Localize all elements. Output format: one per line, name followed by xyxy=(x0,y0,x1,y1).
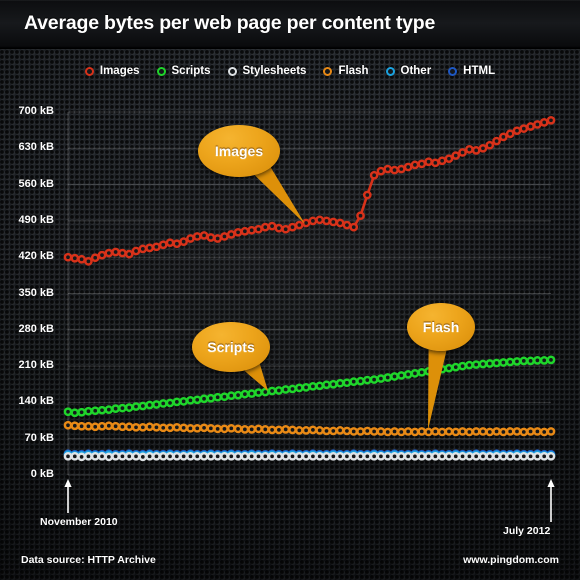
callout-label: Images xyxy=(214,143,264,159)
page-title: Average bytes per web page per content t… xyxy=(24,12,436,34)
y-axis-tick-label: 70 kB xyxy=(24,431,54,444)
legend-label: Scripts xyxy=(171,65,211,77)
x-axis-end-label: July 2012 xyxy=(503,525,551,537)
callout-flash: Flash xyxy=(407,303,475,351)
header-bar: Average bytes per web page per content t… xyxy=(0,0,580,49)
series-stylesheets xyxy=(63,451,556,462)
legend-item-other[interactable]: Other xyxy=(385,65,432,77)
y-axis-tick-label: 630 kB xyxy=(18,141,54,154)
legend-label: Flash xyxy=(338,65,369,77)
legend-item-images[interactable]: Images xyxy=(84,65,140,77)
x-axis-arrows xyxy=(64,479,555,522)
legend-marker-icon xyxy=(323,66,333,76)
chart-screenshot: Average bytes per web page per content t… xyxy=(0,0,580,580)
y-axis-tick-label: 210 kB xyxy=(18,359,54,372)
y-axis-tick-label: 140 kB xyxy=(18,395,54,408)
callout-scripts: Scripts xyxy=(192,322,270,372)
chart-legend: Images Scripts Stylesheets Flash Other HTML xyxy=(0,60,580,82)
legend-item-stylesheets[interactable]: Stylesheets xyxy=(227,65,307,77)
gridlines xyxy=(67,111,551,476)
y-axis-tick-label: 280 kB xyxy=(18,322,54,335)
callout-label: Flash xyxy=(422,319,460,335)
legend-item-scripts[interactable]: Scripts xyxy=(156,65,211,77)
series-flash xyxy=(63,420,556,437)
legend-marker-icon xyxy=(385,66,395,76)
legend-marker-icon xyxy=(448,66,458,76)
legend-item-flash[interactable]: Flash xyxy=(323,65,369,77)
x-axis-start-label: November 2010 xyxy=(40,516,118,528)
legend-marker-icon xyxy=(84,66,94,76)
legend-item-html[interactable]: HTML xyxy=(448,65,495,77)
y-axis-tick-label: 490 kB xyxy=(18,213,54,226)
callout-images: Images xyxy=(198,125,280,177)
site-url-note[interactable]: www.pingdom.com xyxy=(463,554,559,566)
series-images xyxy=(63,115,556,266)
callout-label: Scripts xyxy=(207,339,255,355)
legend-marker-icon xyxy=(227,66,237,76)
y-axis-tick-label: 420 kB xyxy=(18,250,54,263)
y-axis-tick-label: 350 kB xyxy=(18,286,54,299)
data-source-note: Data source: HTTP Archive xyxy=(21,554,156,566)
legend-label: Other xyxy=(400,65,432,77)
y-axis-tick-label: 560 kB xyxy=(18,177,54,190)
chart-plot-area xyxy=(63,111,556,522)
y-axis-tick-label: 0 kB xyxy=(30,468,54,480)
legend-label: HTML xyxy=(463,65,496,77)
y-axis-tick-label: 700 kB xyxy=(18,105,54,117)
legend-marker-icon xyxy=(156,66,166,76)
legend-label: Images xyxy=(99,65,140,77)
legend-label: Stylesheets xyxy=(242,65,307,77)
